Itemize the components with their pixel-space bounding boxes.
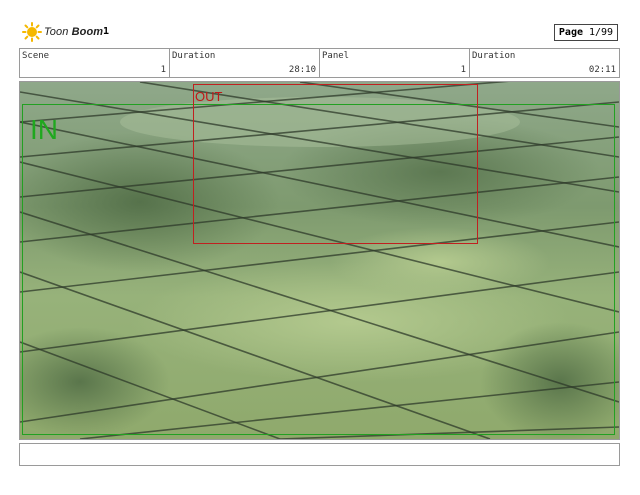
out-frame-label: OUT [195,89,223,104]
page-label: Page [558,27,583,38]
in-frame-label: IN [30,114,58,145]
panel-duration-label: Duration [472,51,516,61]
panel-duration-value: 02:11 [588,65,616,75]
sheet-number: 1 [103,26,110,37]
page-indicator: Page 1/99 [554,24,618,41]
panel-info-row: Scene 1 Duration 28:10 Panel 1 Duration … [19,48,620,78]
scene-label: Scene [22,51,50,61]
panel-value: 1 [460,65,466,75]
panel-cell: Panel 1 [320,49,470,77]
sun-logo-icon [22,22,42,42]
scene-duration-cell: Duration 28:10 [170,49,320,77]
toon-boom-logo: Toon Boom [22,22,103,42]
panel-label: Panel [322,51,350,61]
caption-box[interactable] [19,443,620,466]
panel-duration-cell: Duration 02:11 [470,49,619,77]
logo-text: Toon Boom [44,26,104,38]
scene-duration-value: 28:10 [288,65,316,75]
scene-duration-label: Duration [172,51,216,61]
storyboard-panel[interactable]: IN OUT [19,81,620,440]
page-value: 1/99 [589,27,614,38]
scene-value: 1 [160,65,166,75]
out-camera-frame[interactable] [193,84,478,244]
scene-cell: Scene 1 [20,49,170,77]
